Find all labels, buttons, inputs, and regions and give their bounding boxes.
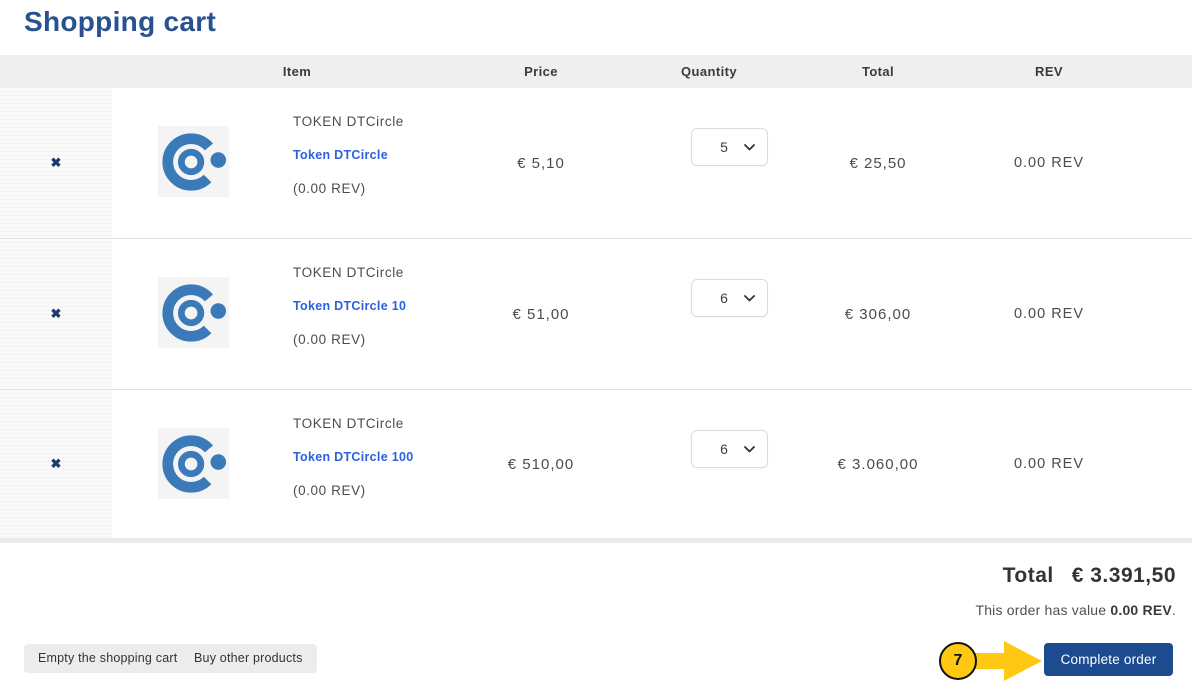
cart-row: ✖ TOKEN DTCircle Token DTCircle 100 (0.0… <box>0 390 1192 538</box>
dtcircle-logo-icon <box>161 434 226 493</box>
item-rev-note: (0.00 REV) <box>293 483 366 498</box>
item-info: TOKEN DTCircle Token DTCircle (0.00 REV) <box>293 88 478 238</box>
annotation-arrow-icon <box>1004 641 1042 681</box>
product-image <box>158 277 229 348</box>
item-price: € 51,00 <box>512 305 570 323</box>
product-image <box>158 126 229 197</box>
buy-other-products-button[interactable]: Buy other products <box>180 644 317 673</box>
item-rev-note: (0.00 REV) <box>293 332 366 347</box>
column-header-item: Item <box>282 64 312 79</box>
quantity-select[interactable]: 6 <box>691 279 768 317</box>
column-header-total: Total <box>861 64 895 79</box>
item-info: TOKEN DTCircle Token DTCircle 10 (0.00 R… <box>293 239 478 389</box>
quantity-select[interactable]: 6 <box>691 430 768 468</box>
quantity-value: 5 <box>720 139 728 155</box>
order-total-label: Total <box>1002 564 1054 587</box>
item-rev: 0.00 REV <box>1013 456 1085 472</box>
page-title: Shopping cart <box>24 6 217 37</box>
item-total: € 3.060,00 <box>837 455 919 473</box>
table-footer-divider <box>0 538 1192 543</box>
annotation-step-badge: 7 <box>939 642 977 680</box>
item-rev: 0.00 REV <box>1013 306 1085 322</box>
item-rev-note: (0.00 REV) <box>293 181 366 196</box>
item-info: TOKEN DTCircle Token DTCircle 100 (0.00 … <box>293 390 478 538</box>
remove-x-icon: ✖ <box>50 306 62 321</box>
remove-item-button[interactable]: ✖ <box>0 88 112 238</box>
cart-row: ✖ TOKEN DTCircle Token DTCircle (0.00 RE… <box>0 88 1192 239</box>
shopping-cart-page: Shopping cart Item Price Quantity Total … <box>0 0 1192 690</box>
chevron-down-icon <box>744 143 755 150</box>
quantity-select[interactable]: 5 <box>691 128 768 166</box>
remove-item-button[interactable]: ✖ <box>0 239 112 389</box>
annotation-step-number: 7 <box>953 652 963 669</box>
column-header-rev: REV <box>1035 64 1063 79</box>
complete-order-button[interactable]: Complete order <box>1044 643 1173 676</box>
chevron-down-icon <box>744 445 755 452</box>
item-name: TOKEN DTCircle <box>293 265 404 280</box>
item-link[interactable]: Token DTCircle 10 <box>293 299 406 313</box>
order-rev-value: 0.00 REV <box>1110 602 1172 618</box>
item-name: TOKEN DTCircle <box>293 416 404 431</box>
column-header-quantity: Quantity <box>681 64 737 79</box>
cart-row: ✖ TOKEN DTCircle Token DTCircle 10 (0.00… <box>0 239 1192 390</box>
column-header-price: Price <box>524 64 558 79</box>
item-link[interactable]: Token DTCircle <box>293 148 388 162</box>
order-total: Total € 3.391,50 <box>1003 564 1176 588</box>
remove-x-icon: ✖ <box>50 155 62 170</box>
item-name: TOKEN DTCircle <box>293 114 404 129</box>
item-rev: 0.00 REV <box>1013 155 1085 171</box>
item-link[interactable]: Token DTCircle 100 <box>293 450 414 464</box>
chevron-down-icon <box>744 294 755 301</box>
product-image <box>158 428 229 499</box>
item-price: € 5,10 <box>517 154 565 172</box>
order-rev-note: This order has value 0.00 REV. <box>975 602 1176 618</box>
remove-item-button[interactable]: ✖ <box>0 390 112 538</box>
item-total: € 306,00 <box>844 305 912 323</box>
remove-x-icon: ✖ <box>50 456 62 471</box>
table-header: Item Price Quantity Total REV <box>0 55 1192 88</box>
quantity-value: 6 <box>720 290 728 306</box>
item-price: € 510,00 <box>507 455 575 473</box>
order-total-value: € 3.391,50 <box>1071 564 1176 587</box>
quantity-value: 6 <box>720 441 728 457</box>
empty-cart-button[interactable]: Empty the shopping cart <box>24 644 192 673</box>
dtcircle-logo-icon <box>161 132 226 191</box>
dtcircle-logo-icon <box>161 283 226 342</box>
item-total: € 25,50 <box>849 154 907 172</box>
